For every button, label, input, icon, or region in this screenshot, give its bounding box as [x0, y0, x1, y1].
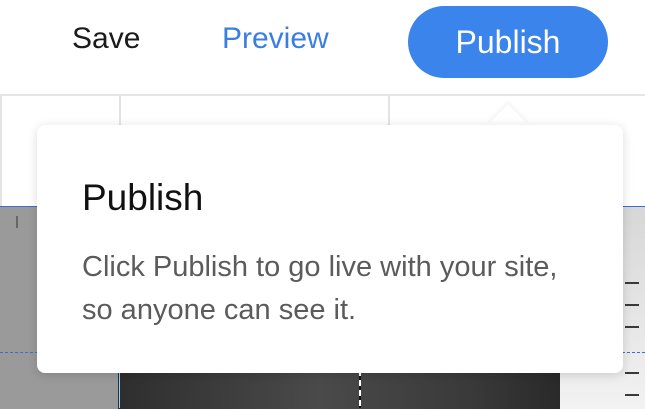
ruler-tick — [16, 216, 18, 228]
editor-topbar: Save Preview Publish — [0, 0, 645, 96]
ruler-divider — [0, 96, 2, 206]
ruler-tick — [625, 326, 639, 328]
save-button[interactable]: Save — [72, 22, 140, 56]
ruler-tick — [625, 282, 639, 284]
ruler-tick — [625, 394, 639, 396]
tooltip-body: Click Publish to go live with your site,… — [82, 251, 558, 326]
preview-button[interactable]: Preview — [222, 22, 329, 56]
publish-tooltip: Publish Click Publish to go live with yo… — [37, 125, 623, 373]
ruler-tick — [625, 372, 639, 374]
ruler-tick — [625, 304, 639, 306]
tooltip-title: Publish — [82, 177, 204, 218]
alignment-guide-vertical — [119, 370, 120, 408]
alignment-guide-dashed — [359, 370, 361, 408]
publish-button[interactable]: Publish — [408, 6, 608, 78]
